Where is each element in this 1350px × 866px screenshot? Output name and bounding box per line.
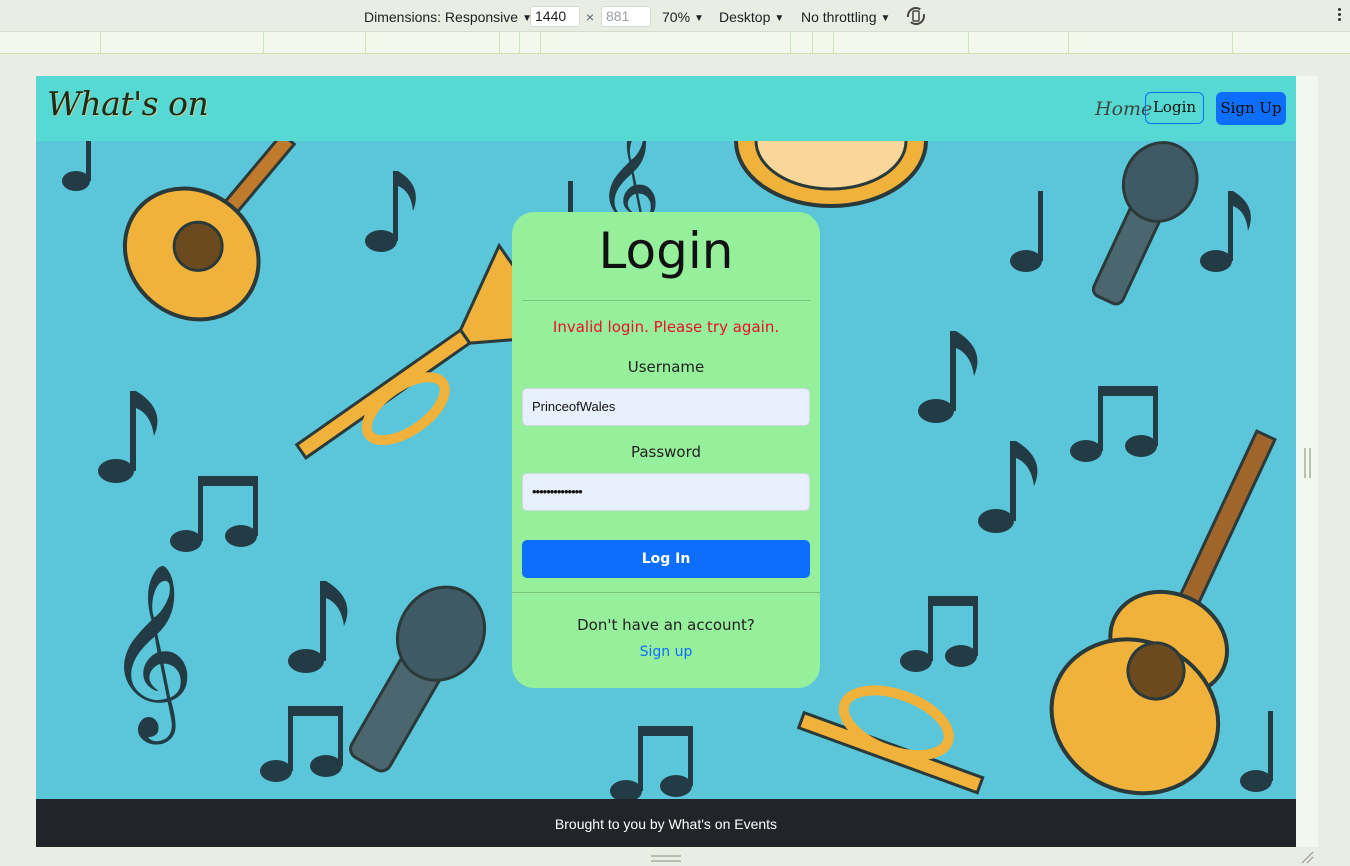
media-query-ruler bbox=[0, 32, 1350, 54]
throttling-label: No throttling bbox=[801, 9, 877, 25]
device-dropdown[interactable]: Desktop ▼ bbox=[719, 8, 784, 26]
trumpet-icon bbox=[796, 685, 985, 795]
brand-logo[interactable]: What's on bbox=[47, 84, 209, 123]
times-sign: × bbox=[586, 9, 595, 25]
divider bbox=[512, 592, 820, 593]
chevron-down-icon: ▼ bbox=[774, 13, 785, 24]
microphone-icon bbox=[349, 585, 487, 773]
height-input[interactable]: 881 bbox=[601, 6, 651, 27]
divider bbox=[522, 300, 810, 301]
zoom-label: 70% bbox=[662, 9, 691, 25]
rotate-icon[interactable] bbox=[905, 5, 927, 25]
dimensions-dropdown[interactable]: Dimensions: Responsive ▼ bbox=[364, 8, 532, 26]
nav-login-button[interactable]: Login bbox=[1145, 92, 1204, 124]
treble-clef-icon: 𝄞 bbox=[106, 563, 195, 745]
microphone-icon bbox=[1091, 141, 1199, 306]
chevron-down-icon: ▼ bbox=[694, 13, 704, 24]
guitar-icon bbox=[1049, 429, 1277, 796]
password-input[interactable]: •••••••••••••• bbox=[522, 473, 810, 511]
guitar-icon bbox=[122, 141, 297, 322]
devtools-toolbar: Dimensions: Responsive ▼ 1440 × 881 70% ▼ … bbox=[0, 0, 1350, 32]
nav-signup-button[interactable]: Sign Up bbox=[1216, 92, 1286, 125]
resize-corner-icon[interactable] bbox=[1300, 850, 1314, 864]
resize-handle-right[interactable] bbox=[1304, 448, 1311, 478]
zoom-dropdown[interactable]: 70% ▼ bbox=[662, 8, 704, 26]
login-card: Login Invalid login. Please try again. U… bbox=[512, 212, 820, 688]
resize-handle-bottom[interactable] bbox=[651, 855, 681, 862]
no-account-text: Don't have an account? bbox=[577, 616, 755, 634]
device-label: Desktop bbox=[719, 9, 771, 25]
dimensions-label: Dimensions: Responsive bbox=[364, 9, 519, 25]
footer: Brought to you by What's on Events bbox=[36, 799, 1296, 847]
login-title: Login bbox=[598, 222, 734, 280]
footer-text: Brought to you by What's on Events bbox=[554, 816, 778, 832]
throttling-dropdown[interactable]: No throttling ▼ bbox=[801, 8, 890, 26]
login-submit-button[interactable]: Log In bbox=[522, 540, 810, 578]
error-message: Invalid login. Please try again. bbox=[552, 318, 780, 336]
nav-home-link[interactable]: Home bbox=[1095, 98, 1152, 120]
username-label: Username bbox=[627, 358, 705, 376]
navbar: What's on Home Login Sign Up bbox=[36, 76, 1296, 141]
width-input[interactable]: 1440 bbox=[530, 6, 580, 27]
signup-link[interactable]: Sign up bbox=[512, 644, 820, 660]
password-label: Password bbox=[630, 443, 702, 461]
page-viewport: 𝄞 𝄞 What's on Home Login Sign Up Login I… bbox=[36, 76, 1296, 847]
chevron-down-icon: ▼ bbox=[880, 13, 891, 24]
more-options-icon[interactable] bbox=[1336, 7, 1342, 25]
tambourine-icon bbox=[734, 141, 928, 208]
username-input[interactable]: PrinceofWales bbox=[522, 388, 810, 426]
